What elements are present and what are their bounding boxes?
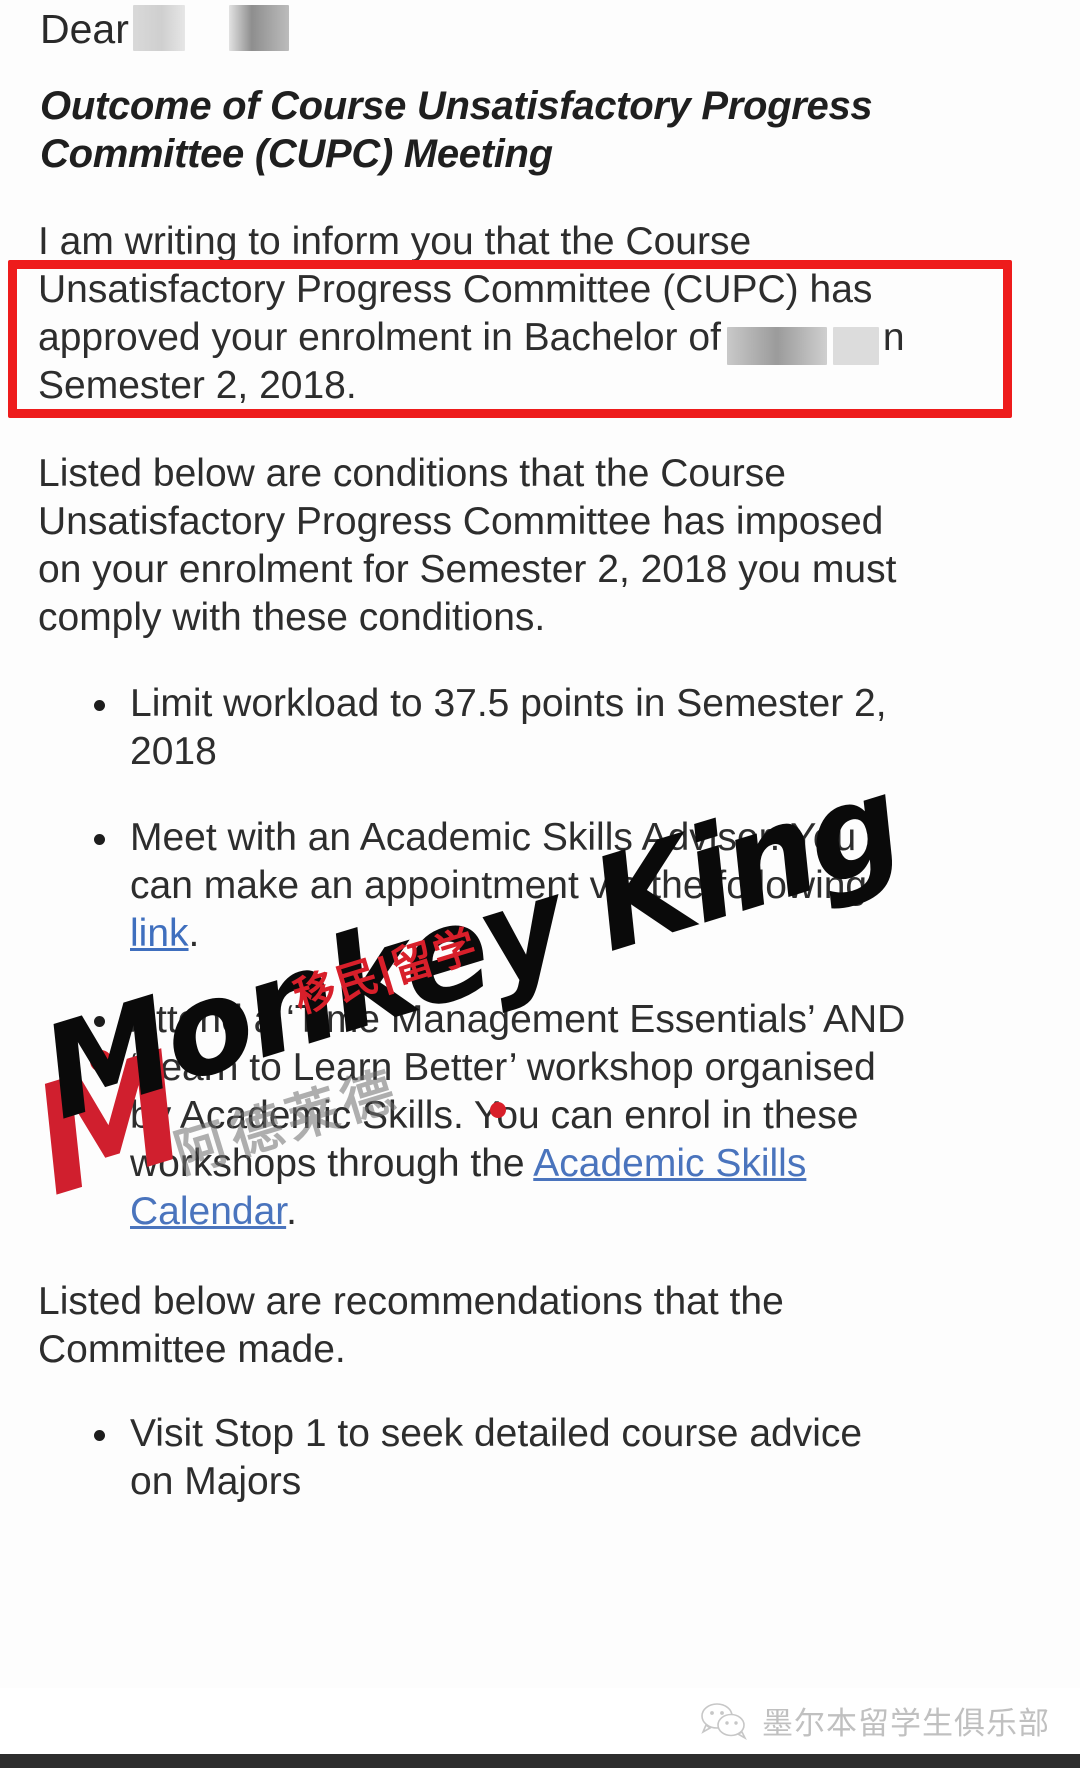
document-page: Dear Outcome of Course Unsatisfactory Pr… [0, 0, 1080, 1768]
conditions-list: Limit workload to 37.5 points in Semeste… [86, 680, 906, 1274]
list-item: Meet with an Academic Skills Adviser. Yo… [86, 814, 906, 958]
list-item: Limit workload to 37.5 points in Semeste… [86, 680, 906, 776]
footer: 墨尔本留学生俱乐部 [0, 1688, 1080, 1768]
list-item: Attend a ‘Time Management Essentials’ AN… [86, 996, 906, 1236]
footer-branding: 墨尔本留学生俱乐部 [698, 1698, 1050, 1743]
bullet-text-after: . [188, 912, 200, 955]
conditions-paragraph: Listed below are conditions that the Cou… [38, 452, 897, 639]
list-item: Visit Stop 1 to seek detailed course adv… [86, 1410, 906, 1506]
bullet-text: Meet with an Academic Skills Adviser. Yo… [130, 816, 868, 907]
page-title: Outcome of Course Unsatisfactory Progres… [40, 84, 873, 176]
bullet-text: Limit workload to 37.5 points in Semeste… [130, 682, 887, 773]
footer-account-name: 墨尔本留学生俱乐部 [762, 1706, 1050, 1742]
redacted-degree-block-2 [832, 326, 879, 365]
wechat-icon [698, 1701, 748, 1741]
recommendations-paragraph: Listed below are recommendations that th… [38, 1280, 784, 1371]
footer-bar [0, 1754, 1080, 1768]
salutation-line: Dear [40, 2, 289, 56]
bullet-text: Visit Stop 1 to seek detailed course adv… [130, 1412, 863, 1503]
redacted-degree-block-1 [726, 326, 827, 365]
intro-paragraph: I am writing to inform you that the Cour… [38, 218, 913, 410]
redacted-name-block-1 [132, 5, 185, 52]
appointment-link[interactable]: link [130, 912, 189, 955]
recommendations-list: Visit Stop 1 to seek detailed course adv… [86, 1410, 906, 1544]
redacted-name-block-2 [228, 5, 289, 52]
salutation-text: Dear [40, 6, 129, 52]
bullet-text-after: . [286, 1190, 297, 1233]
